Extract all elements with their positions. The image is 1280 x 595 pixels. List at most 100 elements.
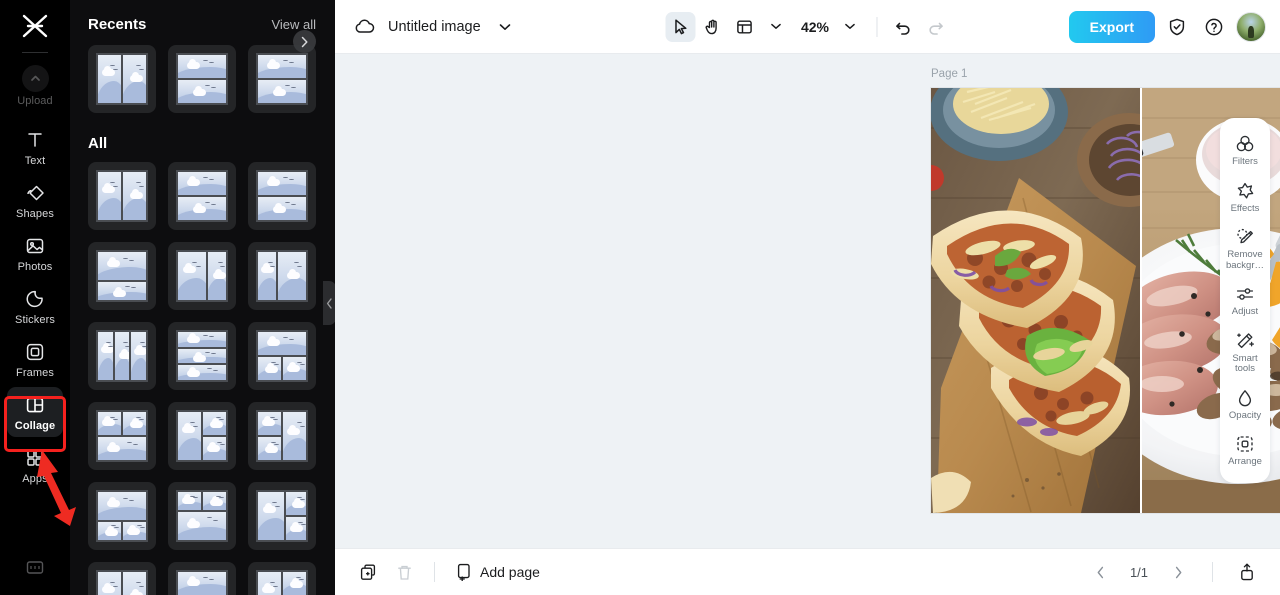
next-page-button[interactable] — [1163, 557, 1193, 587]
shield-check-icon[interactable] — [1162, 12, 1192, 42]
tool-filters[interactable]: Filters — [1220, 128, 1270, 173]
page-layout-tool[interactable] — [729, 12, 759, 42]
cloud-sync-icon[interactable] — [349, 12, 379, 42]
template-card[interactable] — [168, 482, 236, 550]
cloud-shape — [292, 498, 306, 509]
sidebar-item-text[interactable]: Text — [7, 122, 63, 172]
template-card[interactable] — [168, 242, 236, 310]
bird-shape — [282, 176, 288, 179]
cloud-shape — [272, 86, 286, 97]
bird-shape — [291, 203, 297, 206]
bird-shape — [291, 86, 297, 89]
cloud-shape — [106, 497, 120, 508]
prev-page-button[interactable] — [1085, 557, 1115, 587]
carousel-next-button[interactable] — [293, 30, 316, 53]
cloud-shape — [186, 333, 200, 344]
template-preview — [96, 53, 148, 105]
tool-opacity[interactable]: Opacity — [1220, 382, 1270, 427]
sidebar-item-label: Upload — [17, 95, 53, 107]
cloud-shape — [266, 58, 280, 69]
template-cell — [178, 332, 226, 347]
sidebar-item-upload[interactable]: Upload — [7, 59, 63, 112]
tool-label: Adjust — [1231, 306, 1259, 317]
title-chevron-down-icon[interactable] — [490, 12, 520, 42]
cloud-shape — [192, 86, 206, 97]
zoom-level-value[interactable]: 42% — [793, 19, 833, 35]
photo-left[interactable] — [931, 88, 1140, 513]
template-card[interactable] — [88, 482, 156, 550]
template-card[interactable] — [168, 402, 236, 470]
cursor-arrow-tool[interactable] — [664, 11, 695, 42]
template-card[interactable] — [168, 162, 236, 230]
delete-page-button[interactable] — [389, 557, 419, 587]
top-toolbar: Untitled image 42% Export — [335, 0, 1280, 54]
template-cell — [98, 55, 121, 103]
redo-button[interactable] — [920, 12, 950, 42]
tool-adjust[interactable]: Adjust — [1220, 278, 1270, 323]
zoom-chevron-down-icon[interactable] — [835, 12, 865, 42]
sidebar-item-label: Shapes — [16, 208, 54, 220]
template-card[interactable] — [248, 482, 316, 550]
bird-shape — [138, 418, 144, 421]
template-cell — [283, 572, 306, 595]
tool-label: Opacity — [1228, 409, 1262, 421]
template-card[interactable] — [88, 562, 156, 595]
bird-shape — [269, 581, 275, 584]
export-button[interactable]: Export — [1068, 10, 1155, 43]
undo-button[interactable] — [888, 12, 918, 42]
template-cell — [203, 412, 226, 435]
user-avatar[interactable] — [1236, 11, 1266, 42]
sidebar-item-shapes[interactable]: Shapes — [7, 175, 63, 225]
tool-remove-background[interactable]: Remove backgr… — [1220, 221, 1270, 276]
sidebar-item-collage[interactable]: Collage — [7, 387, 63, 437]
duplicate-page-button[interactable] — [353, 557, 383, 587]
template-card[interactable] — [88, 322, 156, 390]
sidebar-item-frames[interactable]: Frames — [7, 334, 63, 384]
template-card[interactable] — [248, 402, 316, 470]
view-all-link[interactable]: View all — [271, 17, 316, 32]
cloud-shape — [106, 257, 120, 268]
bird-shape — [105, 341, 111, 344]
template-card[interactable] — [168, 322, 236, 390]
bird-shape — [220, 265, 226, 268]
template-card[interactable] — [248, 322, 316, 390]
tool-effects[interactable]: Effects — [1220, 175, 1270, 220]
template-card[interactable] — [88, 402, 156, 470]
hand-tool[interactable] — [697, 12, 727, 42]
recent-template-card[interactable] — [248, 45, 316, 113]
export-page-button[interactable] — [1232, 557, 1262, 587]
bird-shape — [206, 517, 212, 519]
template-card[interactable] — [248, 162, 316, 230]
help-question-icon[interactable] — [1199, 12, 1229, 42]
tool-smart-tools[interactable]: Smart tools — [1220, 325, 1270, 380]
template-card[interactable] — [88, 162, 156, 230]
keyboard-shortcuts-icon[interactable] — [7, 547, 63, 587]
cloud-shape — [119, 348, 130, 359]
recent-template-card[interactable] — [88, 45, 156, 113]
panel-collapse-handle[interactable] — [323, 281, 335, 325]
tool-arrange[interactable]: Arrange — [1220, 428, 1270, 473]
template-cell — [178, 172, 226, 195]
bird-shape — [122, 341, 128, 344]
template-cell — [178, 197, 226, 220]
layout-chevron-down-icon[interactable] — [761, 12, 791, 42]
bird-shape — [282, 59, 288, 62]
document-title[interactable]: Untitled image — [388, 19, 481, 35]
sidebar-item-stickers[interactable]: Stickers — [7, 281, 63, 331]
recent-template-card[interactable] — [168, 45, 236, 113]
template-preview — [176, 570, 228, 595]
template-preview — [176, 250, 228, 302]
template-card[interactable] — [248, 562, 316, 595]
add-page-button[interactable]: Add page — [450, 559, 546, 585]
template-card[interactable] — [88, 242, 156, 310]
canvas-area[interactable]: Page 1 Filters Effects Remove backgr… Ad… — [335, 54, 1280, 548]
sidebar-item-photos[interactable]: Photos — [7, 228, 63, 278]
template-cell — [114, 332, 130, 380]
template-card[interactable] — [168, 562, 236, 595]
template-preview — [96, 570, 148, 595]
sidebar-item-label: Photos — [17, 261, 53, 273]
bird-shape — [204, 84, 210, 87]
template-card[interactable] — [248, 242, 316, 310]
sidebar-item-apps[interactable]: Apps — [7, 440, 63, 490]
bird-shape — [211, 203, 217, 206]
